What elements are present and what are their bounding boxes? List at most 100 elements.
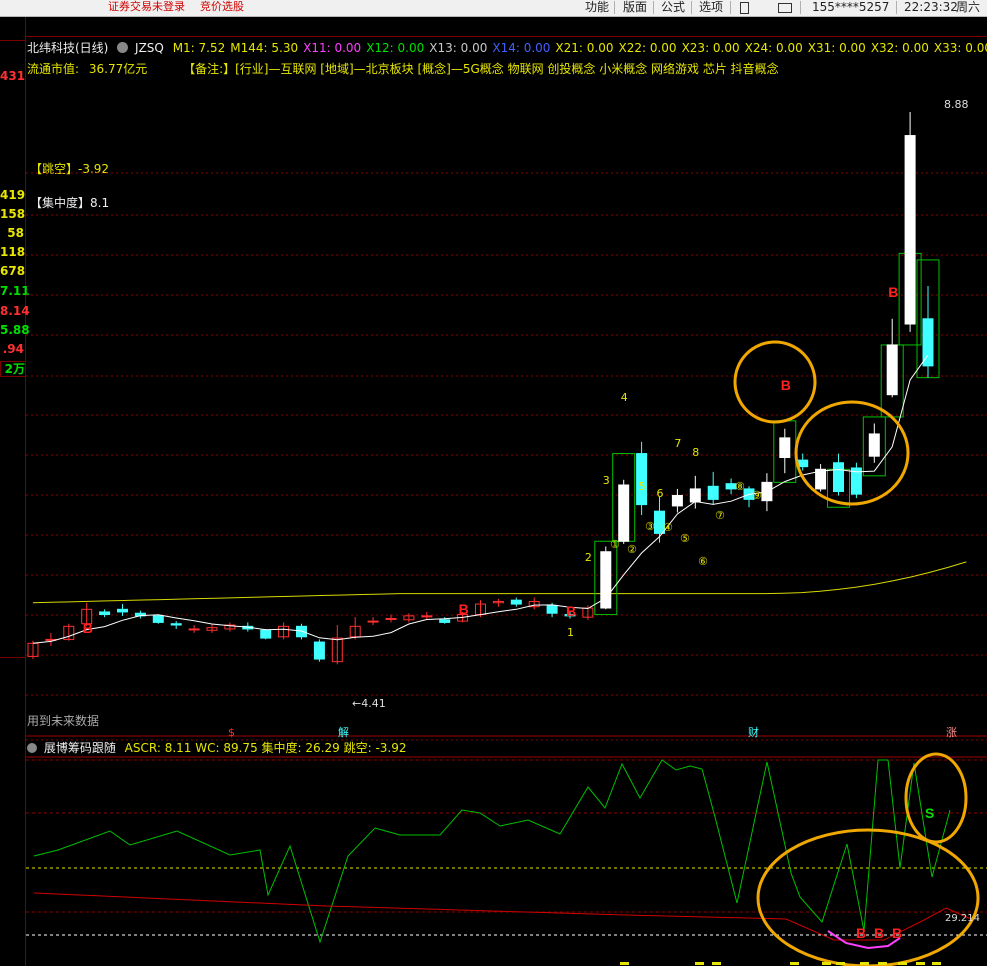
circled-number: ② <box>627 543 637 556</box>
buy-signal: B <box>888 284 898 300</box>
candle-body <box>367 620 379 623</box>
kline-chart[interactable]: BB BBB12345678① ②③ ④⑤⑥⑦⑧⑨8.88←4.41$ 解财涨B B BS2… <box>26 80 987 966</box>
left-value: 8.14 <box>0 304 30 318</box>
dropdown-circle-icon[interactable] <box>117 42 129 53</box>
auction-select-link[interactable]: 竞价选股 <box>200 0 244 14</box>
candle-body <box>152 615 164 623</box>
candle-body <box>99 611 111 616</box>
concentration-value: 集中度: 26.29 <box>261 741 340 755</box>
top-toolbar: 证券交易未登录 竞价选股 功能 版面 公式 选项 155****5257 22:… <box>0 0 987 17</box>
indicator-param: X14: 0.00 <box>492 41 551 55</box>
volume-bar <box>620 962 629 965</box>
highlight-circle <box>756 828 980 966</box>
circled-number: ⑥ <box>698 555 708 568</box>
wave-number: 4 <box>621 391 628 404</box>
indicator-params: M1: 7.52 M144: 5.30 X11: 0.00 X12: 0.00 X13:… <box>173 41 987 55</box>
indicator-param: X22: 0.00 <box>618 41 677 55</box>
candle-body <box>886 344 898 396</box>
menu-options[interactable]: 选项 <box>699 0 723 15</box>
m144-line <box>32 561 967 604</box>
indicator-param: X13: 0.00 <box>429 41 488 55</box>
buy-signal: B <box>856 925 866 941</box>
volume-bar <box>860 962 869 965</box>
left-value: 2万 <box>0 361 26 377</box>
wave-number: 8 <box>692 446 699 459</box>
volume-bar <box>695 962 704 965</box>
left-value: 5.88 <box>0 323 30 337</box>
left-value: 678 <box>0 264 26 278</box>
user-account[interactable]: 155****5257 <box>812 0 889 15</box>
clock-weekday: 周六 <box>956 0 981 14</box>
candle-body <box>260 629 272 639</box>
stock-info-bar: 北纬科技(日线) JZSQ M1: 7.52 M144: 5.30 X11: 0.0… <box>27 40 987 56</box>
volume-bar <box>916 962 925 965</box>
left-value: 58 <box>7 226 24 240</box>
expand-circle-icon[interactable] <box>27 743 37 753</box>
buy-signal: B <box>459 601 469 617</box>
wave-number: 2 <box>585 551 592 564</box>
indicator-param: X23: 0.00 <box>681 41 740 55</box>
indicator-name: JZSQ <box>135 41 164 55</box>
volume-bar <box>822 962 831 965</box>
menu-divider <box>896 1 897 14</box>
circled-number: ① <box>610 538 620 551</box>
high-price-label: 8.88 <box>944 98 969 111</box>
lower-indicator-bar: 展博筹码跟随 ASCR: 8.11 WC: 89.75 集中度: 26.29 跳… <box>27 740 987 756</box>
menu-function[interactable]: 功能 <box>585 0 609 15</box>
wave-number: 6 <box>657 487 664 500</box>
menu-formula[interactable]: 公式 <box>661 0 685 15</box>
candle-body <box>510 599 522 605</box>
stock-name[interactable]: 北纬科技(日线) <box>27 41 108 55</box>
wave-number: 5 <box>639 480 646 493</box>
indicator-param: X11: 0.00 <box>303 41 362 55</box>
highlight-circle <box>904 752 968 844</box>
indicator-param: X32: 0.00 <box>870 41 929 55</box>
gap-value: 跳空: -3.92 <box>343 741 407 755</box>
marker-zhang: 涨 <box>946 726 957 739</box>
candle-body <box>707 485 719 500</box>
column-divider <box>0 657 25 658</box>
volume-bar <box>712 962 721 965</box>
market-cap-label: 流通市值: <box>27 62 80 76</box>
left-value: 431 <box>0 69 26 83</box>
left-value-column: 431 419 158 58 118 678 7.11 8.14 5.88 .9… <box>0 17 30 966</box>
buy-signal: B <box>781 377 791 393</box>
lower-indicator-name[interactable]: 展博筹码跟随 <box>44 741 116 755</box>
market-cap-value: 36.77亿元 <box>88 62 148 76</box>
wave-number: 3 <box>603 474 610 487</box>
wave-number: 1 <box>567 626 574 639</box>
candle-body <box>904 135 916 325</box>
volume-bar <box>932 962 941 965</box>
buy-signal: B <box>874 925 884 941</box>
login-warning-link[interactable]: 证券交易未登录 <box>108 0 185 14</box>
marker-dollar: $ <box>228 726 235 739</box>
candle-body <box>385 617 397 620</box>
candle-body <box>188 628 200 631</box>
header-divider <box>26 36 987 37</box>
indicator-param: X24: 0.00 <box>744 41 803 55</box>
market-info-bar: 流通市值: 36.77亿元 【备注:】[行业]—互联网 [地域]—北京板块 [概… <box>27 61 987 77</box>
candle-body <box>797 459 809 468</box>
mail-icon[interactable] <box>778 3 792 13</box>
buy-signal: B <box>83 620 93 636</box>
menu-layout[interactable]: 版面 <box>623 0 647 15</box>
candle-body <box>779 437 791 459</box>
circled-number: ⑦ <box>715 509 725 522</box>
candle-body <box>546 604 558 614</box>
volume-bar <box>790 962 799 965</box>
left-value: 419 <box>0 188 26 202</box>
circled-number: ⑤ <box>680 532 690 545</box>
candle-body <box>671 494 683 507</box>
volume-bar <box>836 962 845 965</box>
menu-divider <box>614 1 615 14</box>
candle-body <box>689 488 701 503</box>
circled-number: ⑨ <box>752 489 762 502</box>
marker-jie: 解 <box>338 725 349 739</box>
circled-number: ④ <box>663 521 673 534</box>
indicator-param: X31: 0.00 <box>807 41 866 55</box>
left-value: .94 <box>2 342 24 356</box>
buy-signal: B <box>566 603 576 619</box>
phone-icon[interactable] <box>740 2 749 14</box>
candle-body <box>170 623 182 626</box>
menu-divider <box>800 1 801 14</box>
